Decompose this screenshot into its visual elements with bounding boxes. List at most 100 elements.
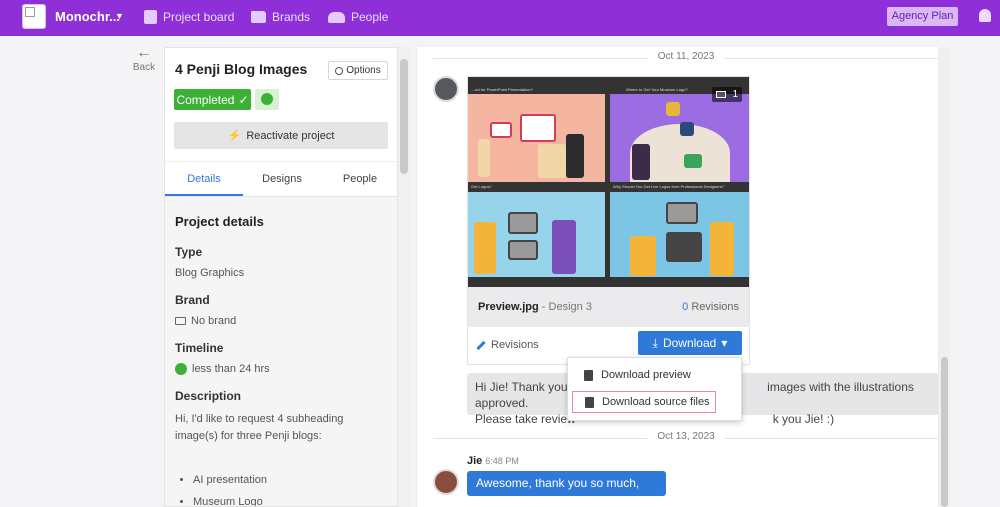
revisions-link-label: Revisions <box>491 339 539 351</box>
image-count-badge: 1 <box>712 87 742 102</box>
people-icon <box>328 11 345 23</box>
download-icon: ⤓ <box>652 335 658 350</box>
image-caption: Why Should You Get Live Logos from Profe… <box>613 184 724 189</box>
message-bubble: Awesome, thank you so much, Fajar! <box>467 471 666 507</box>
date-separator: Oct 11, 2023 <box>433 51 938 62</box>
illustration-museum-logo <box>610 94 749 182</box>
tab-designs[interactable]: Designs <box>243 162 321 196</box>
folder-icon <box>251 11 266 23</box>
chevron-down-icon[interactable]: ▼ <box>115 11 124 21</box>
type-value: Blog Graphics <box>175 267 389 279</box>
nav-label: Project board <box>163 10 235 24</box>
list-item: Museum Logo <box>193 491 389 506</box>
project-details: Project details Type Blog Graphics Brand… <box>165 197 397 506</box>
avatar <box>433 76 459 102</box>
design-number: - Design 3 <box>541 301 592 313</box>
message-text: Please take review <box>475 412 576 426</box>
check-icon: ✓ <box>238 92 249 107</box>
timeline-value: less than 24 hrs <box>175 363 389 375</box>
status-label: Completed <box>176 92 235 107</box>
revision-count-label: Revisions <box>691 301 739 313</box>
illustration-designers <box>610 192 749 277</box>
download-label: Download <box>662 336 717 350</box>
clipboard-icon <box>144 10 157 24</box>
timeline-text: less than 24 hrs <box>192 363 270 375</box>
date-label: Oct 13, 2023 <box>647 431 725 442</box>
message-timestamp: 6:48 PM <box>485 456 519 466</box>
download-button[interactable]: ⤓ Download ▾ <box>638 331 742 355</box>
image-caption: Where to Get Your Museum Logo? <box>626 87 688 92</box>
clock-icon <box>175 363 187 375</box>
workspace-name[interactable]: Monochr... <box>55 9 120 24</box>
gear-icon <box>335 66 344 75</box>
type-label: Type <box>175 245 203 259</box>
back-label: Back <box>132 62 156 73</box>
project-title: 4 Penji Blog Images <box>175 61 308 77</box>
timeline-label: Timeline <box>175 341 224 355</box>
nav-brands[interactable]: Brands <box>251 10 310 24</box>
brand-text: No brand <box>191 315 237 327</box>
illustration-logos <box>468 192 605 277</box>
avatar <box>433 469 459 495</box>
image-caption: ...ool for PowerPoint Presentation? <box>471 87 533 92</box>
scrollbar-thumb[interactable] <box>941 357 948 507</box>
list-item: AI presentation <box>193 469 389 491</box>
left-scrollbar[interactable] <box>398 47 410 507</box>
status-badge[interactable]: Completed ✓ <box>174 89 251 110</box>
design-card: ...ool for PowerPoint Presentation? Wher… <box>467 76 750 327</box>
file-icon <box>585 396 594 408</box>
options-label: Options <box>346 65 381 76</box>
nav-project-board[interactable]: Project board <box>144 10 234 24</box>
project-panel: 4 Penji Blog Images Options Completed ✓ … <box>164 47 398 507</box>
brand-value: No brand <box>175 315 389 327</box>
message-text: Hi Jie! Thank you f <box>475 380 575 394</box>
nav-label: Brands <box>272 10 311 24</box>
agency-plan-button[interactable]: Agency Plan <box>887 7 958 26</box>
design-info-row: Preview.jpg - Design 3 0 Revisions <box>468 287 749 327</box>
tab-people[interactable]: People <box>321 162 397 196</box>
design-preview-image[interactable]: ...ool for PowerPoint Presentation? Wher… <box>468 77 749 287</box>
description-label: Description <box>175 389 242 403</box>
illustration-presentation <box>468 94 605 182</box>
sender-name: Jie <box>467 455 483 467</box>
menu-item-label: Download source files <box>602 396 710 408</box>
chat-scrollbar[interactable] <box>939 47 950 507</box>
image-icon <box>584 369 593 381</box>
menu-item-label: Download preview <box>601 369 691 381</box>
design-file-info: Preview.jpg - Design 3 <box>478 301 592 313</box>
design-filename: Preview.jpg <box>478 301 539 313</box>
revision-count-number: 0 <box>682 301 689 313</box>
description-list: AI presentation Museum Logo <box>175 469 389 506</box>
rate-button[interactable] <box>255 89 279 110</box>
tab-details[interactable]: Details <box>165 162 243 196</box>
caret-down-icon: ▾ <box>721 336 728 350</box>
folder-icon <box>175 317 186 325</box>
nav-label: People <box>351 10 389 24</box>
brand-label: Brand <box>175 293 210 307</box>
nav-people[interactable]: People <box>328 10 388 24</box>
scrollbar-thumb[interactable] <box>400 59 408 174</box>
revisions-link[interactable]: Revisions <box>476 339 539 351</box>
bell-icon[interactable] <box>979 9 991 22</box>
menu-item-download-source-files[interactable]: Download source files <box>572 391 716 413</box>
date-separator: Oct 13, 2023 <box>433 431 938 442</box>
download-dropdown-menu: Download preview Download source files <box>567 357 742 421</box>
image-count: 1 <box>732 89 738 100</box>
pencil-icon <box>476 340 486 350</box>
options-button[interactable]: Options <box>328 61 388 80</box>
back-button[interactable]: ← Back <box>130 45 158 74</box>
top-nav-bar: Monochr... ▼ Project board Brands People… <box>0 0 1000 36</box>
workspace-logo[interactable] <box>22 4 46 29</box>
project-tabs: Details Designs People <box>165 161 397 197</box>
menu-item-download-preview[interactable]: Download preview <box>572 364 716 386</box>
reactivate-label: Reactivate project <box>246 129 335 142</box>
images-icon <box>716 91 726 98</box>
lightning-icon: ⚡ <box>227 130 242 142</box>
chat-panel: Oct 11, 2023 ...ool for PowerPoint Prese… <box>416 47 939 507</box>
details-title: Project details <box>175 214 264 229</box>
description-text: Hi, I'd like to request 4 subheading ima… <box>175 413 344 442</box>
image-caption: Get Logos? <box>471 184 492 189</box>
reactivate-button[interactable]: ⚡ Reactivate project <box>174 122 388 149</box>
revision-count: 0 Revisions <box>682 301 739 313</box>
smiley-icon <box>261 93 273 105</box>
